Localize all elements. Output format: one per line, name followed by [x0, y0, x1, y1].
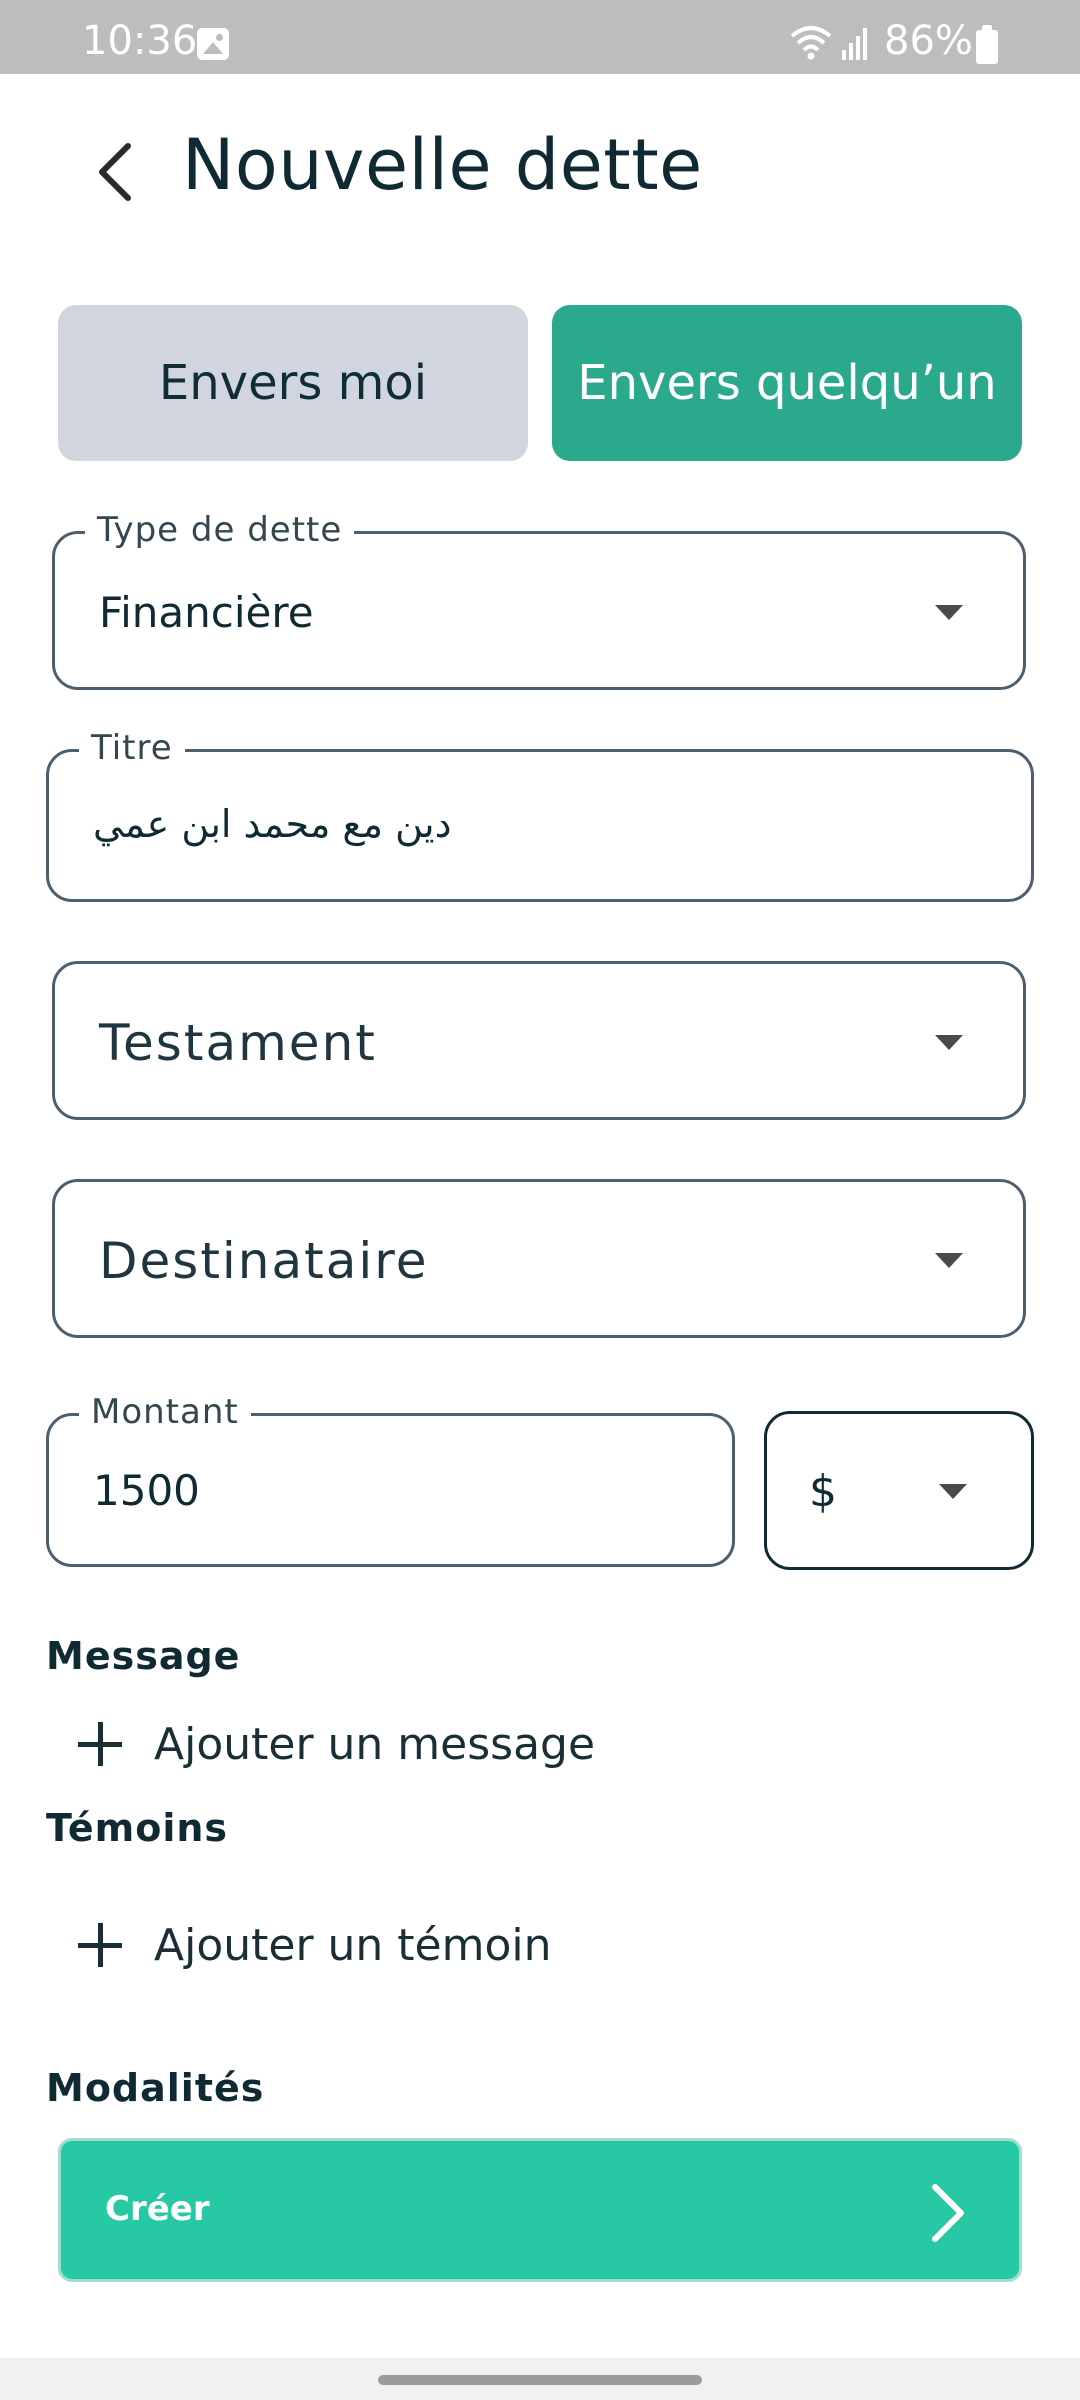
page-title: Nouvelle dette	[182, 124, 703, 206]
debt-type-select[interactable]: Type de dette Financière	[52, 510, 1026, 690]
chevron-right-icon	[932, 2184, 964, 2242]
debt-type-value: Financière	[99, 588, 314, 637]
dropdown-arrow-icon	[935, 1035, 963, 1050]
recipient-placeholder: Destinataire	[99, 1232, 429, 1290]
witnesses-section-title: Témoins	[46, 1806, 229, 1850]
status-time: 10:36	[82, 18, 198, 64]
add-witness-label: Ajouter un témoin	[154, 1919, 552, 1971]
add-message-label: Ajouter un message	[154, 1718, 596, 1770]
recipient-select[interactable]: Destinataire	[52, 1179, 1026, 1338]
message-section-title: Message	[46, 1634, 241, 1678]
signal-icon	[842, 28, 867, 60]
amount-value: 1500	[93, 1466, 200, 1515]
add-witness-button[interactable]: Ajouter un témoin	[78, 1905, 552, 1985]
dropdown-arrow-icon	[935, 1253, 963, 1268]
title-input[interactable]: Titre دين مع محمد ابن عمي	[46, 728, 1034, 902]
amount-label: Montant	[79, 1392, 251, 1432]
app-header: Nouvelle dette	[0, 74, 1080, 264]
dropdown-arrow-icon	[935, 605, 963, 620]
title-value: دين مع محمد ابن عمي	[93, 802, 452, 846]
system-nav-bar	[0, 2358, 1080, 2400]
toggle-envers-quelquun[interactable]: Envers quelqu’un	[552, 305, 1022, 461]
dropdown-arrow-icon	[939, 1484, 967, 1499]
currency-select[interactable]: $	[764, 1411, 1034, 1570]
create-button-label: Créer	[105, 2189, 210, 2229]
plus-icon	[78, 1722, 122, 1766]
toggle-envers-moi[interactable]: Envers moi	[58, 305, 528, 461]
back-arrow-icon[interactable]	[80, 132, 150, 212]
create-button[interactable]: Créer	[58, 2138, 1022, 2282]
gallery-notification-icon	[197, 28, 229, 60]
home-indicator[interactable]	[378, 2375, 702, 2385]
battery-icon	[976, 25, 998, 64]
add-message-button[interactable]: Ajouter un message	[78, 1704, 595, 1784]
battery-percent: 86%	[884, 18, 973, 64]
title-label: Titre	[79, 728, 185, 768]
plus-icon	[78, 1923, 122, 1967]
amount-input[interactable]: Montant 1500	[46, 1392, 735, 1567]
terms-section-title: Modalités	[46, 2066, 265, 2110]
testament-placeholder: Testament	[99, 1014, 377, 1072]
wifi-icon	[790, 26, 832, 60]
currency-value: $	[809, 1466, 837, 1517]
debt-type-label: Type de dette	[85, 510, 355, 550]
status-bar: 10:36 86%	[0, 0, 1080, 74]
testament-select[interactable]: Testament	[52, 961, 1026, 1120]
